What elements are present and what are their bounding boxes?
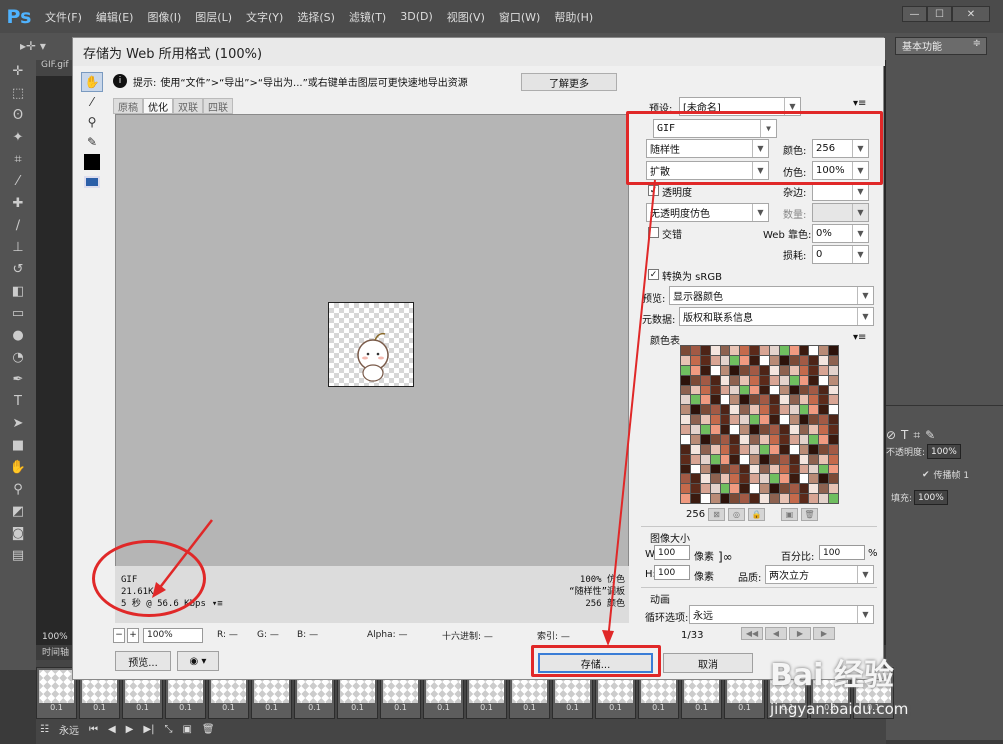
annotation-arrows (152, 179, 656, 646)
watermark-logo: Bai 经验 (770, 658, 894, 693)
watermark-url: jingyan.baidu.com (770, 700, 909, 718)
